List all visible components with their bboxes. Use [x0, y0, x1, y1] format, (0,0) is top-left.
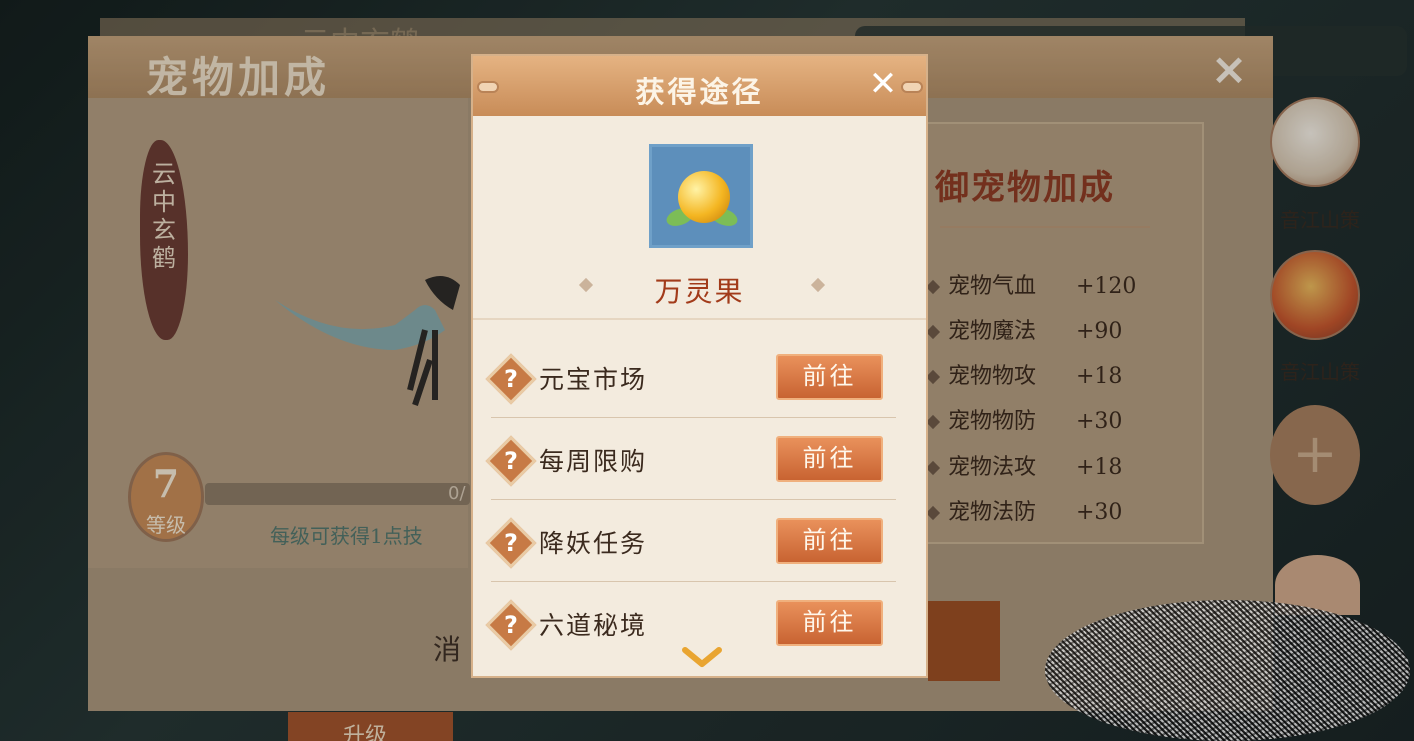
goto-button[interactable]: 前往 — [776, 518, 883, 564]
help-icon: ? — [504, 365, 518, 393]
help-icon: ? — [504, 529, 518, 557]
route-row: ? 每周限购 前往 — [485, 420, 896, 500]
route-row: ? 降妖任务 前往 — [485, 502, 896, 582]
chevron-down-icon[interactable] — [681, 646, 723, 670]
help-icon: ? — [504, 611, 518, 639]
item-name: 万灵果 — [654, 275, 745, 308]
help-icon: ? — [504, 447, 518, 475]
route-label: 元宝市场 — [539, 365, 648, 394]
dialog-separator — [473, 318, 926, 320]
dialog-title: 获得途径 — [635, 75, 764, 109]
route-label: 六道秘境 — [539, 611, 648, 640]
goto-button[interactable]: 前往 — [776, 436, 883, 482]
goto-button[interactable]: 前往 — [776, 600, 883, 646]
item-icon-frame — [649, 144, 753, 248]
route-list[interactable]: ? 元宝市场 前往 ? 每周限购 前往 ? 降妖任务 前往 ? 六道秘境 前往 — [473, 324, 926, 660]
golden-fruit-icon — [678, 171, 730, 223]
route-label: 降妖任务 — [539, 529, 648, 558]
route-row: ? 元宝市场 前往 — [485, 338, 896, 418]
dialog-close-icon[interactable]: ✕ — [868, 66, 898, 102]
route-label: 每周限购 — [539, 447, 648, 476]
acquisition-dialog: 获得途径 ✕ 万灵果 ? 元宝市场 前往 ? 每周限购 前往 ? 降妖任务 前往 — [471, 54, 928, 678]
goto-button[interactable]: 前往 — [776, 354, 883, 400]
